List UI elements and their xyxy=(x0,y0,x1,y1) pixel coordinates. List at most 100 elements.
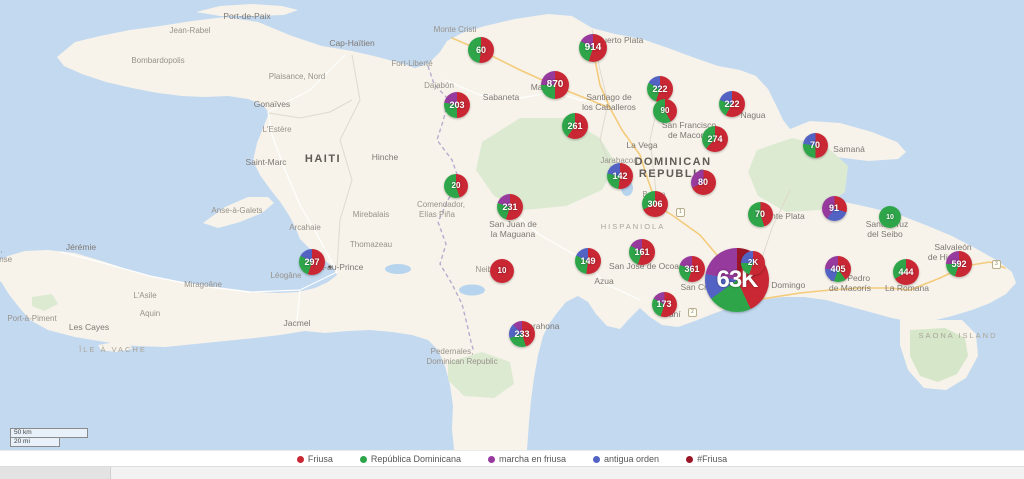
cluster-marker[interactable]: 90 xyxy=(653,99,677,123)
map-label: Les Cayes xyxy=(69,322,109,332)
cluster-count: 203 xyxy=(449,99,465,110)
cluster-count: 20 xyxy=(451,181,461,190)
map-label: Aquin xyxy=(140,309,160,318)
cluster-marker[interactable]: 405 xyxy=(825,256,851,282)
map-label: Thomazeau xyxy=(350,240,392,249)
cluster-count: 222 xyxy=(652,83,668,94)
map-label: Bombardopolis xyxy=(131,56,184,65)
map-label: d'Anse xyxy=(0,255,13,264)
map-label: Sabaneta xyxy=(483,92,520,102)
road-shield: 1 xyxy=(676,208,685,217)
cluster-count: 444 xyxy=(898,266,914,277)
cluster-marker[interactable]: 173 xyxy=(651,291,677,317)
map-label: Monte Cristi xyxy=(434,25,477,34)
cluster-marker[interactable]: 274 xyxy=(702,126,728,152)
map-label: Saint-Marc xyxy=(245,157,287,167)
map-label: HAITI xyxy=(305,153,341,165)
cluster-marker[interactable]: 231 xyxy=(497,194,523,220)
bottom-strip-cell xyxy=(0,467,111,479)
cluster-marker[interactable]: 10 xyxy=(879,206,901,228)
cluster-marker[interactable]: 70 xyxy=(747,201,773,227)
map-label: L'Estère xyxy=(262,125,292,134)
cluster-count: 231 xyxy=(502,201,518,212)
legend-item[interactable]: #Friusa xyxy=(686,454,727,464)
cluster-marker[interactable]: 361 xyxy=(679,256,705,282)
cluster-marker[interactable]: 233 xyxy=(509,321,535,347)
cluster-marker[interactable]: 161 xyxy=(629,239,655,265)
cluster-marker[interactable]: 149 xyxy=(575,248,601,274)
map-label: La Vega xyxy=(626,140,657,150)
legend-item[interactable]: Friusa xyxy=(296,454,333,464)
cluster-count: 161 xyxy=(634,246,650,257)
cluster-marker[interactable]: 70 xyxy=(802,132,828,158)
map-label: Salvaleón xyxy=(934,242,972,252)
legend-dot-icon xyxy=(686,455,694,463)
cluster-count: 70 xyxy=(754,208,765,219)
cluster-marker[interactable]: 592 xyxy=(946,251,972,277)
map-label: Mirebalais xyxy=(353,210,389,219)
legend-item[interactable]: antigua orden xyxy=(593,454,659,464)
map-label: Port-de-Paix xyxy=(223,11,271,21)
legend-label: #Friusa xyxy=(697,454,728,464)
cluster-count: 80 xyxy=(697,176,708,187)
cluster-marker[interactable]: 80 xyxy=(690,169,716,195)
cluster-count: 274 xyxy=(707,133,723,144)
map-label: Hinche xyxy=(372,152,399,162)
geo-dashboard: Port-de-Paix Jean-Rabel Bombardopolis Cap-H… xyxy=(0,0,1024,479)
cluster-marker[interactable]: 91 xyxy=(821,195,847,221)
cluster-count: 142 xyxy=(612,170,628,181)
map-label: la Maguana xyxy=(491,229,536,239)
legend-item[interactable]: República Dominicana xyxy=(359,454,461,464)
map-label: Azua xyxy=(594,276,614,286)
cluster-marker[interactable]: 142 xyxy=(607,163,633,189)
cluster-count: 90 xyxy=(660,106,670,115)
cluster-count: 10 xyxy=(497,266,507,275)
map-canvas[interactable]: Port-de-Paix Jean-Rabel Bombardopolis Cap-H… xyxy=(0,0,1024,450)
map-label: Jacmel xyxy=(284,318,311,328)
map-label: Moron, xyxy=(0,245,2,254)
cluster-count: 2K xyxy=(747,258,759,267)
cluster-marker[interactable]: 2K xyxy=(741,251,765,275)
legend-label: marcha en friusa xyxy=(498,454,567,464)
map-label: Port-à-Piment xyxy=(7,314,57,323)
cluster-count: 233 xyxy=(514,328,530,339)
cluster-marker[interactable]: 444 xyxy=(893,259,919,285)
cluster-count: 297 xyxy=(304,256,320,267)
cluster-marker[interactable]: 306 xyxy=(642,191,668,217)
map-label: Elías Piña xyxy=(419,210,456,219)
cluster-marker[interactable]: 297 xyxy=(299,249,325,275)
map-label: SAONA ISLAND xyxy=(918,331,997,340)
legend-label: antigua orden xyxy=(604,454,660,464)
cluster-marker[interactable]: 20 xyxy=(444,174,468,198)
cluster-count: 405 xyxy=(830,263,846,274)
cluster-marker[interactable]: 870 xyxy=(541,71,569,99)
cluster-count: 306 xyxy=(647,198,663,209)
map-terrain: Port-de-Paix Jean-Rabel Bombardopolis Cap-H… xyxy=(0,0,1024,450)
map-label: Fort-Liberté xyxy=(391,59,433,68)
cluster-count: 914 xyxy=(584,42,602,53)
road-shield: 2 xyxy=(688,308,697,317)
legend-dot-icon xyxy=(296,455,304,463)
map-label: Samaná xyxy=(833,144,865,154)
cluster-marker[interactable]: 222 xyxy=(719,91,745,117)
map-label: Jean-Rabel xyxy=(170,26,211,35)
cluster-marker[interactable]: 222 xyxy=(647,76,673,102)
map-label: Anse-à-Galets xyxy=(211,206,262,215)
cluster-marker[interactable]: 914 xyxy=(579,34,607,62)
legend-item[interactable]: marcha en friusa xyxy=(487,454,567,464)
cluster-marker[interactable]: 261 xyxy=(562,113,588,139)
cluster-marker[interactable]: 203 xyxy=(444,92,470,118)
map-label: ÎLE À VACHE xyxy=(78,345,147,354)
scale-mi: 20 mi xyxy=(10,437,60,447)
legend-label: República Dominicana xyxy=(370,454,461,464)
lake-saumatre xyxy=(385,264,411,274)
map-label: Dominican Republic xyxy=(426,357,497,366)
map-label: de Macorís xyxy=(829,283,871,293)
bottom-strip xyxy=(0,466,1024,479)
legend-dot-icon xyxy=(487,455,495,463)
cluster-count: 60 xyxy=(475,44,486,55)
cluster-marker[interactable]: 10 xyxy=(490,259,514,283)
cluster-count: 592 xyxy=(951,258,967,269)
cluster-marker[interactable]: 60 xyxy=(468,37,494,63)
legend-label: Friusa xyxy=(307,454,333,464)
